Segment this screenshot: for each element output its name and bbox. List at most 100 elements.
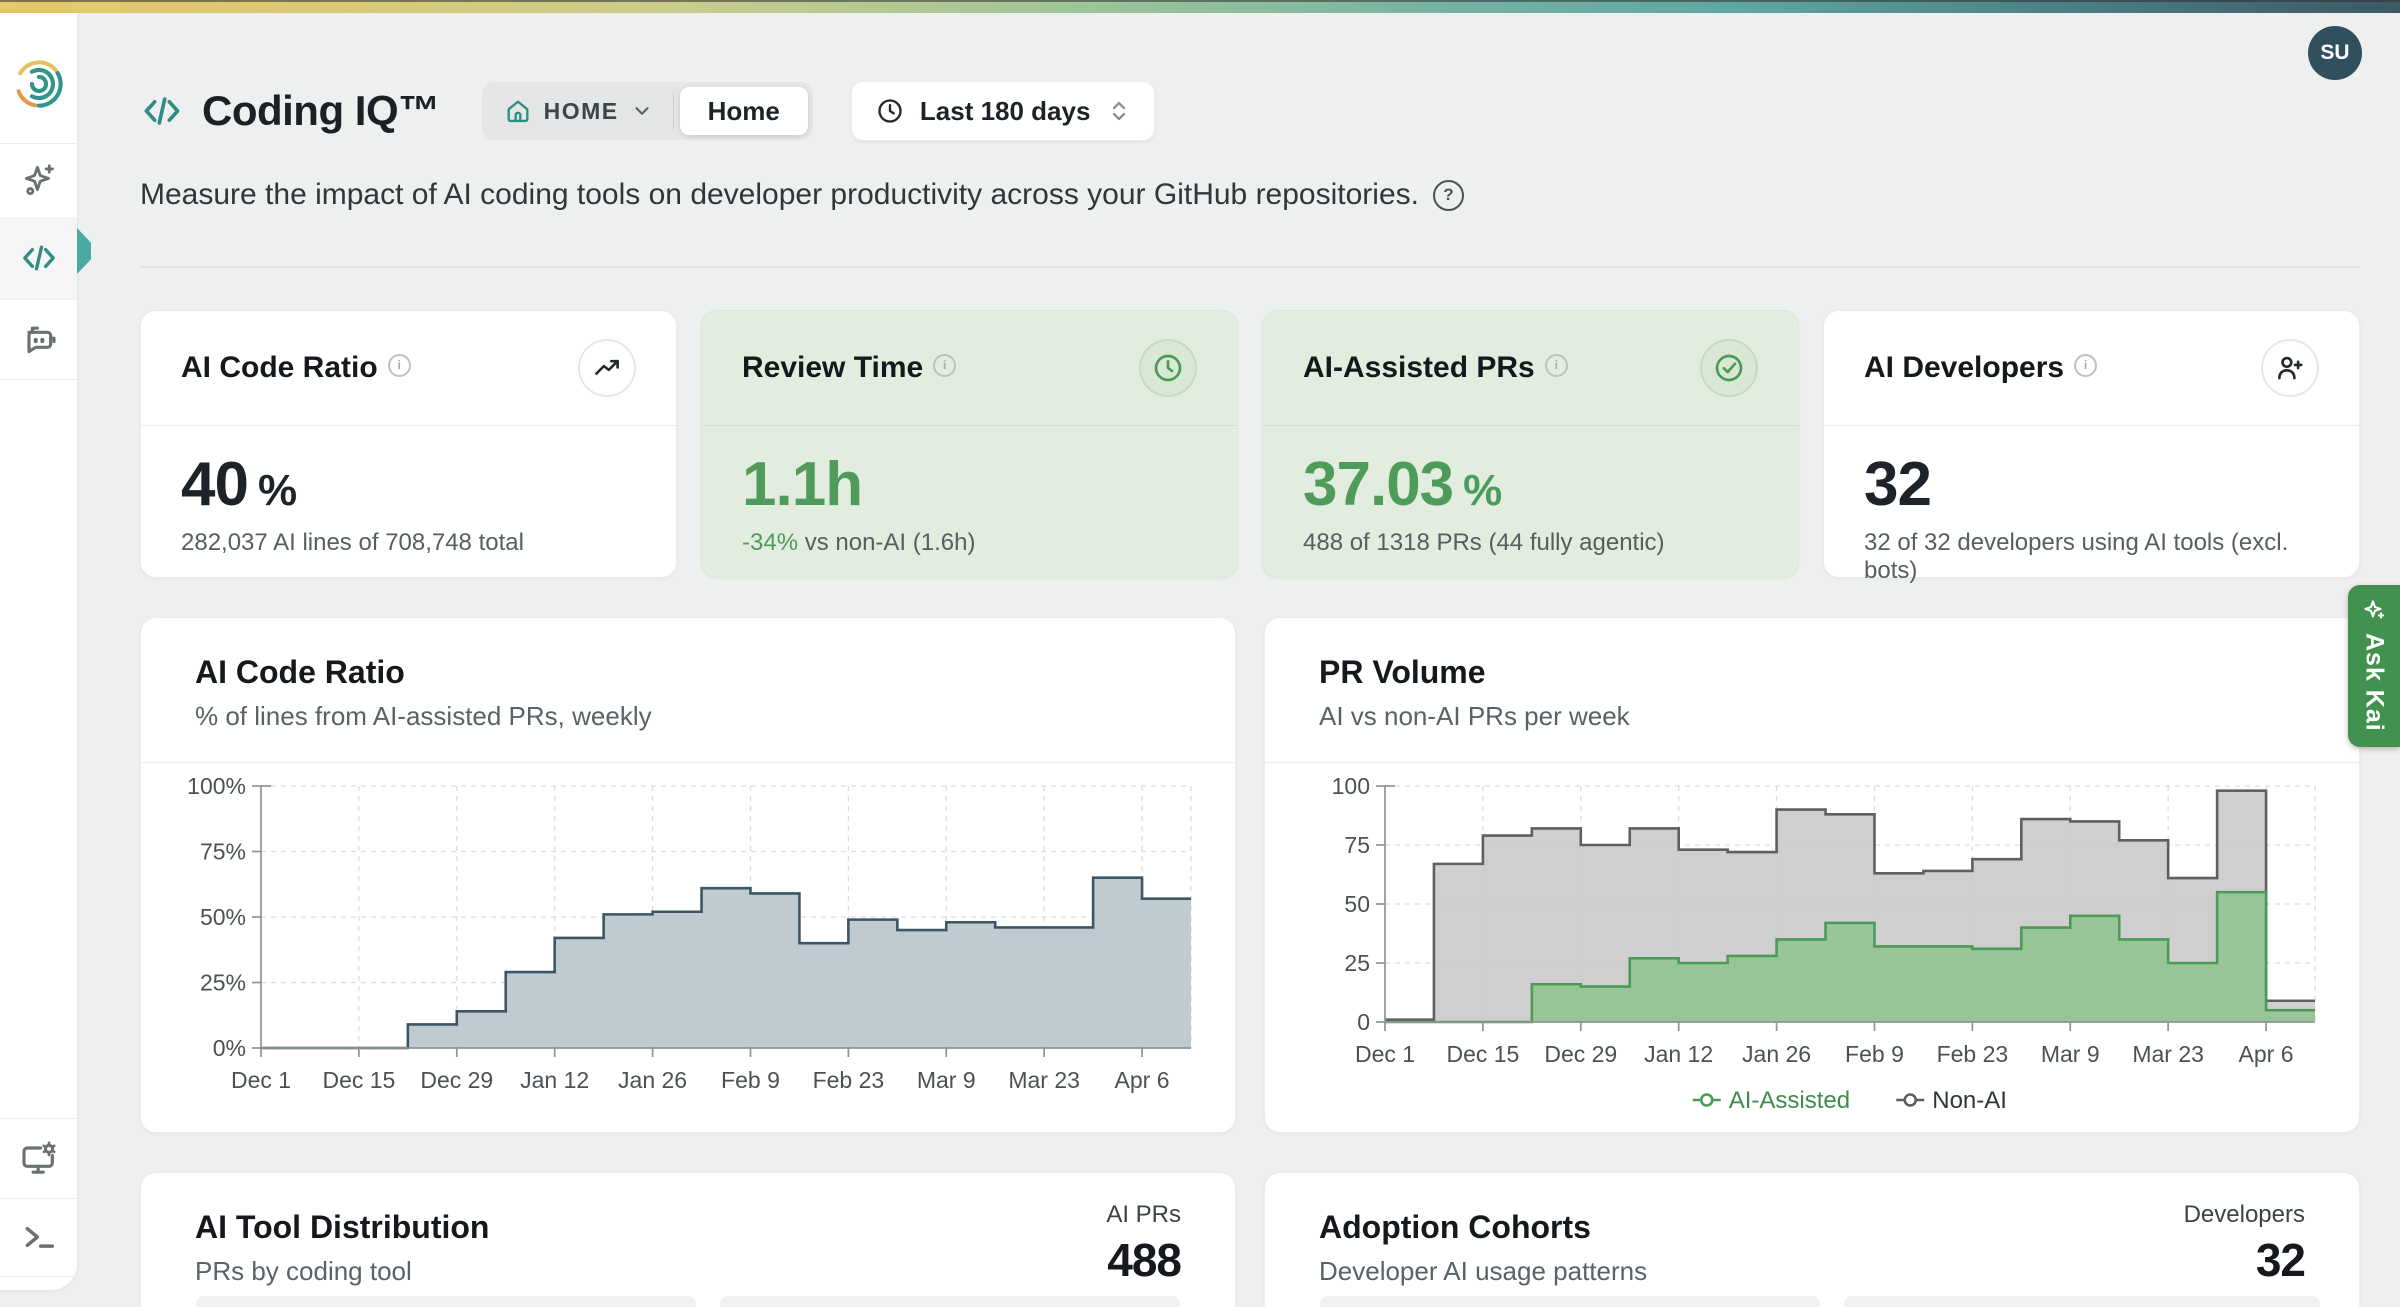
stat-card-title: AI Developers: [1864, 351, 2064, 385]
bot-icon: [19, 319, 59, 359]
svg-text:Mar 9: Mar 9: [2041, 1041, 2100, 1067]
svg-text:Non-AI: Non-AI: [1932, 1087, 2007, 1114]
info-icon[interactable]: i: [388, 354, 411, 377]
svg-text:Mar 9: Mar 9: [917, 1067, 976, 1093]
stat-card-header: AI Code Ratio i: [141, 311, 676, 426]
sidebar-logo[interactable]: [0, 39, 77, 129]
monitor-settings-icon: [19, 1138, 59, 1178]
trending-up-icon: [592, 353, 622, 383]
legend-item-non-ai[interactable]: Non-AI: [1896, 1087, 2007, 1114]
page-subtitle: Measure the impact of AI coding tools on…: [140, 178, 1464, 212]
user-plus-icon-button[interactable]: [2261, 339, 2319, 397]
time-range-select[interactable]: Last 180 days: [851, 81, 1156, 141]
home-icon: [504, 97, 532, 125]
stat-value: 32: [1864, 452, 2319, 517]
svg-text:Dec 1: Dec 1: [1355, 1041, 1415, 1067]
card-title: Adoption Cohorts: [1319, 1209, 2305, 1246]
sidebar: [0, 13, 77, 1290]
select-chevrons-icon: [1108, 98, 1130, 124]
chart-card-pr-volume: PR Volume AI vs non-AI PRs per week 0 25 5…: [1264, 617, 2360, 1133]
clipped-content: [196, 1296, 696, 1307]
svg-text:Feb 23: Feb 23: [1937, 1041, 2009, 1067]
breadcrumb-nav: HOME Home: [482, 82, 813, 140]
info-icon[interactable]: i: [2074, 354, 2097, 377]
sidebar-item-terminal[interactable]: [0, 1198, 77, 1276]
svg-text:Jan 26: Jan 26: [1742, 1041, 1811, 1067]
clock-icon: [876, 97, 904, 125]
clock-icon-button[interactable]: [1139, 339, 1197, 397]
card-stat-value: 488: [1106, 1233, 1181, 1287]
clock-icon: [1152, 352, 1184, 384]
svg-text:Dec 15: Dec 15: [1446, 1041, 1519, 1067]
stat-card-header: AI-Assisted PRs i: [1263, 311, 1798, 426]
svg-text:75%: 75%: [200, 839, 246, 865]
stat-card-title: AI-Assisted PRs: [1303, 351, 1535, 385]
home-tab-button[interactable]: Home: [680, 87, 808, 135]
stat-value: 37.03%: [1303, 452, 1758, 517]
stat-card-header: AI Developers i: [1824, 311, 2359, 426]
card-stat-label: Developers: [2184, 1201, 2305, 1229]
ask-kai-button[interactable]: Ask Kai: [2348, 585, 2400, 747]
svg-text:Feb 23: Feb 23: [813, 1067, 885, 1093]
svg-text:Dec 15: Dec 15: [322, 1067, 395, 1093]
user-avatar[interactable]: SU: [2308, 26, 2362, 80]
chart-header: PR Volume AI vs non-AI PRs per week: [1265, 618, 2359, 763]
svg-text:Mar 23: Mar 23: [1008, 1067, 1080, 1093]
svg-text:Apr 6: Apr 6: [1115, 1067, 1170, 1093]
stat-subtext: -34% vs non-AI (1.6h): [742, 529, 1197, 557]
card-subtitle: PRs by coding tool: [195, 1256, 1181, 1287]
code-icon: [19, 238, 59, 278]
info-icon[interactable]: i: [933, 354, 956, 377]
stat-card-title: AI Code Ratio: [181, 351, 378, 385]
svg-text:Dec 29: Dec 29: [420, 1067, 493, 1093]
stat-value: 1.1h: [742, 452, 1197, 517]
svg-text:Feb 9: Feb 9: [721, 1067, 780, 1093]
stat-card-body: 37.03% 488 of 1318 PRs (44 fully agentic…: [1263, 426, 1798, 557]
sidebar-item-bot[interactable]: [0, 299, 77, 379]
page-title: Coding IQ™: [202, 87, 440, 135]
legend-item-ai-assisted[interactable]: AI-Assisted: [1693, 1087, 1850, 1114]
chart-card-ai-code-ratio: AI Code Ratio % of lines from AI-assiste…: [140, 617, 1236, 1133]
svg-text:0%: 0%: [213, 1035, 246, 1061]
check-circle-icon-button[interactable]: [1700, 339, 1758, 397]
stat-subtext: 282,037 AI lines of 708,748 total: [181, 529, 636, 557]
card-adoption-cohorts: Adoption Cohorts Developer AI usage patt…: [1264, 1172, 2360, 1307]
svg-text:25: 25: [1344, 950, 1370, 976]
svg-text:Jan 12: Jan 12: [1644, 1041, 1713, 1067]
clipped-content: [1320, 1296, 1820, 1307]
sidebar-item-coding-iq[interactable]: [0, 217, 77, 299]
svg-text:0: 0: [1357, 1009, 1370, 1035]
chart-title: PR Volume: [1319, 654, 2305, 691]
svg-text:100%: 100%: [187, 773, 246, 799]
nav-section-label[interactable]: HOME: [544, 98, 619, 125]
card-stat: Developers 32: [2184, 1201, 2305, 1287]
divider: [0, 379, 77, 380]
info-icon[interactable]: i: [1545, 354, 1568, 377]
trending-up-icon-button[interactable]: [578, 339, 636, 397]
subtitle-text: Measure the impact of AI coding tools on…: [140, 178, 1419, 212]
card-ai-tool-distribution: AI Tool Distribution PRs by coding tool …: [140, 1172, 1236, 1307]
svg-text:Feb 9: Feb 9: [1845, 1041, 1904, 1067]
stat-card-title: Review Time: [742, 351, 923, 385]
svg-text:Mar 23: Mar 23: [2132, 1041, 2204, 1067]
clipped-content: [1844, 1296, 2320, 1307]
stat-card-ai-developers: AI Developersi 32 32 of 32 developers us…: [1823, 310, 2360, 578]
ai-code-ratio-chart: 0%25%50%75%100%Dec 1Dec 15Dec 29Jan 12Ja…: [161, 770, 1217, 1120]
svg-text:50%: 50%: [200, 904, 246, 930]
coding-iq-dashboard: Coding IQ™ HOME Home Last 180 days SU M: [0, 0, 2400, 1307]
time-range-value: Last 180 days: [920, 96, 1091, 127]
card-stat-label: AI PRs: [1106, 1201, 1181, 1229]
svg-text:50: 50: [1344, 891, 1370, 917]
chart-header: AI Code Ratio % of lines from AI-assiste…: [141, 618, 1235, 763]
nav-separator: [673, 93, 674, 129]
chevron-down-icon[interactable]: [631, 100, 653, 122]
svg-text:Apr 6: Apr 6: [2239, 1041, 2294, 1067]
sidebar-item-system-settings[interactable]: [0, 1118, 77, 1198]
pr-volume-chart: 0255075100Dec 1Dec 15Dec 29Jan 12Jan 26F…: [1285, 770, 2341, 1120]
check-circle-icon: [1713, 352, 1745, 384]
help-icon[interactable]: ?: [1433, 180, 1464, 211]
sidebar-item-sparkles[interactable]: [0, 143, 77, 217]
sparkles-icon: [20, 161, 58, 199]
stat-subtext: 32 of 32 developers using AI tools (excl…: [1864, 529, 2319, 585]
code-icon: [140, 89, 184, 133]
